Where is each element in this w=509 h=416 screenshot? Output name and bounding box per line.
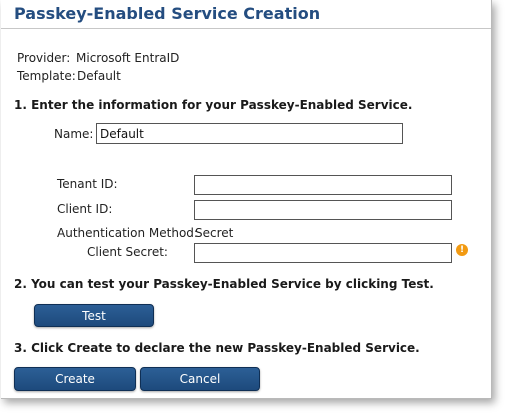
template-value: Default	[77, 69, 121, 83]
cancel-button-label: Cancel	[179, 372, 221, 386]
title-divider	[1, 28, 491, 29]
service-creation-dialog: Passkey-Enabled Service Creation Provide…	[1, 0, 492, 399]
step-2-instruction: 2. You can test your Passkey-Enabled Ser…	[14, 277, 434, 291]
step-1-instruction: 1. Enter the information for your Passke…	[14, 98, 413, 112]
client-id-label: Client ID:	[57, 202, 113, 216]
name-label: Name:	[54, 127, 94, 141]
name-input[interactable]	[96, 123, 403, 144]
provider-label: Provider:	[17, 51, 71, 65]
template-label: Template:	[17, 69, 76, 83]
test-button[interactable]: Test	[34, 304, 154, 327]
client-id-input[interactable]	[194, 200, 452, 220]
tenant-id-label: Tenant ID:	[57, 177, 118, 191]
auth-method-value: Secret	[195, 226, 234, 240]
test-button-label: Test	[82, 308, 106, 323]
provider-value: Microsoft EntraID	[76, 51, 180, 65]
client-secret-input[interactable]	[194, 243, 452, 263]
tenant-id-input[interactable]	[194, 175, 452, 195]
create-button-label: Create	[55, 372, 95, 386]
cancel-button[interactable]: Cancel	[140, 367, 260, 391]
auth-method-label: Authentication Method:	[57, 226, 198, 240]
create-button[interactable]: Create	[14, 367, 136, 391]
step-3-instruction: 3. Click Create to declare the new Passk…	[14, 341, 420, 355]
dialog-title: Passkey-Enabled Service Creation	[14, 4, 321, 23]
warning-icon: !	[456, 244, 468, 256]
client-secret-label: Client Secret:	[87, 245, 168, 259]
